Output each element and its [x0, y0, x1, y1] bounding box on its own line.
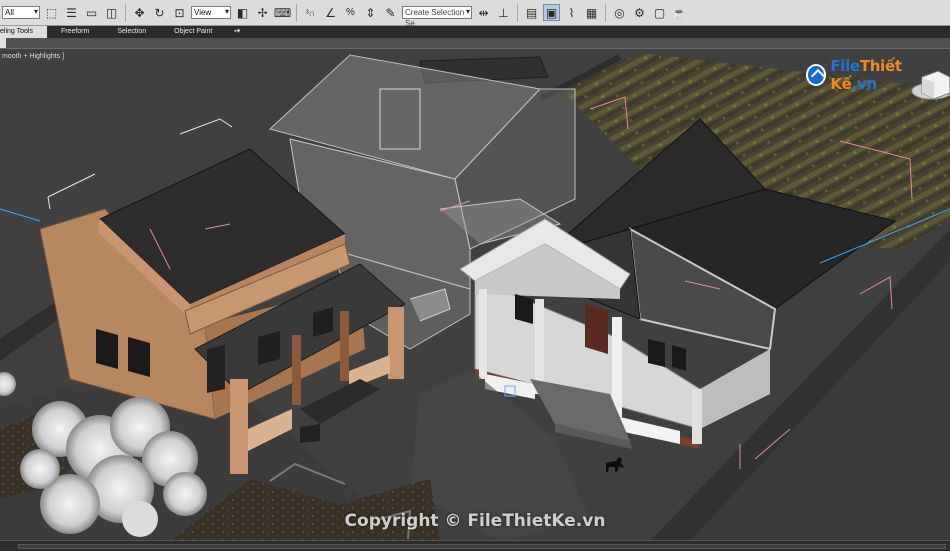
toolbar-divider: [296, 3, 297, 22]
named-selection-set-placeholder: Create Selection Se: [405, 8, 465, 28]
logo-mark-icon: [806, 64, 827, 86]
render-production-icon[interactable]: ☕: [671, 4, 688, 21]
move-icon[interactable]: ✥: [131, 4, 148, 21]
rendered-frame-icon[interactable]: ▢: [651, 4, 668, 21]
rectangular-region-icon[interactable]: ▭: [83, 4, 100, 21]
named-selection-set-input[interactable]: Create Selection Se: [402, 6, 472, 28]
select-by-name-icon[interactable]: ☰: [63, 4, 80, 21]
tab-object-paint[interactable]: Object Paint: [160, 26, 226, 38]
time-slider-track[interactable]: [18, 544, 946, 549]
tab-modeling-tools[interactable]: eling Tools: [0, 26, 47, 38]
tab-selection[interactable]: Selection: [103, 26, 160, 38]
toolbar-divider: [517, 3, 518, 22]
toolbar-divider: [125, 3, 126, 22]
render-setup-icon[interactable]: ⚙: [631, 4, 648, 21]
curve-editor-icon[interactable]: ⌇: [563, 4, 580, 21]
toolbar-divider: [605, 3, 606, 22]
schematic-view-icon[interactable]: ▦: [583, 4, 600, 21]
ribbon-options-menu-icon[interactable]: ▪▾: [226, 26, 248, 38]
snaps-toggle-icon[interactable]: ³∩: [302, 4, 319, 21]
time-slider-bar: [0, 540, 950, 551]
toggle-ribbon-icon[interactable]: ▣: [543, 4, 560, 21]
percent-snap-icon[interactable]: %: [342, 4, 359, 21]
scale-icon[interactable]: ⊡: [171, 4, 188, 21]
material-editor-icon[interactable]: ◎: [611, 4, 628, 21]
mirror-icon[interactable]: ⇹: [475, 4, 492, 21]
angle-snap-icon[interactable]: ∠: [322, 4, 339, 21]
align-icon[interactable]: ⊥: [495, 4, 512, 21]
ribbon-panel-stub[interactable]: [0, 38, 6, 48]
pivot-icon[interactable]: ◧: [234, 4, 251, 21]
select-manipulate-icon[interactable]: ✢: [254, 4, 271, 21]
ribbon-tab-bar: eling Tools Freeform Selection Object Pa…: [0, 26, 950, 38]
keyboard-shortcut-icon[interactable]: ⌨: [274, 4, 291, 21]
main-toolbar: All ⬚ ☰ ▭ ◫ ✥ ↻ ⊡ View ◧ ✢ ⌨ ³∩ ∠ % ⇕ ✎ …: [0, 0, 950, 28]
viewport-shading-label[interactable]: mooth + Highlights ]: [2, 53, 64, 60]
perspective-viewport[interactable]: mooth + Highlights ] FileThiết Kế.vn Cop…: [0, 48, 950, 540]
edit-named-selection-icon[interactable]: ✎: [382, 4, 399, 21]
rotate-icon[interactable]: ↻: [151, 4, 168, 21]
logo-text-suffix: .vn: [851, 75, 878, 93]
toggle-layer-explorer-icon[interactable]: ▤: [523, 4, 540, 21]
select-object-icon[interactable]: ⬚: [43, 4, 60, 21]
tab-freeform[interactable]: Freeform: [47, 26, 103, 38]
reference-coordinate-value: View: [194, 8, 212, 17]
window-crossing-icon[interactable]: ◫: [103, 4, 120, 21]
site-logo: FileThiết Kế.vn: [806, 57, 942, 93]
spinner-snap-icon[interactable]: ⇕: [362, 4, 379, 21]
3d-scene-render: [0, 49, 950, 540]
copyright-watermark: Copyright © FileThietKe.vn: [344, 511, 606, 531]
ribbon-panel-collapsed: [0, 38, 950, 48]
selection-filter-dropdown[interactable]: All: [2, 6, 40, 19]
selection-filter-value: All: [5, 8, 14, 17]
logo-text-main: File: [830, 57, 860, 75]
reference-coordinate-dropdown[interactable]: View: [191, 6, 231, 19]
